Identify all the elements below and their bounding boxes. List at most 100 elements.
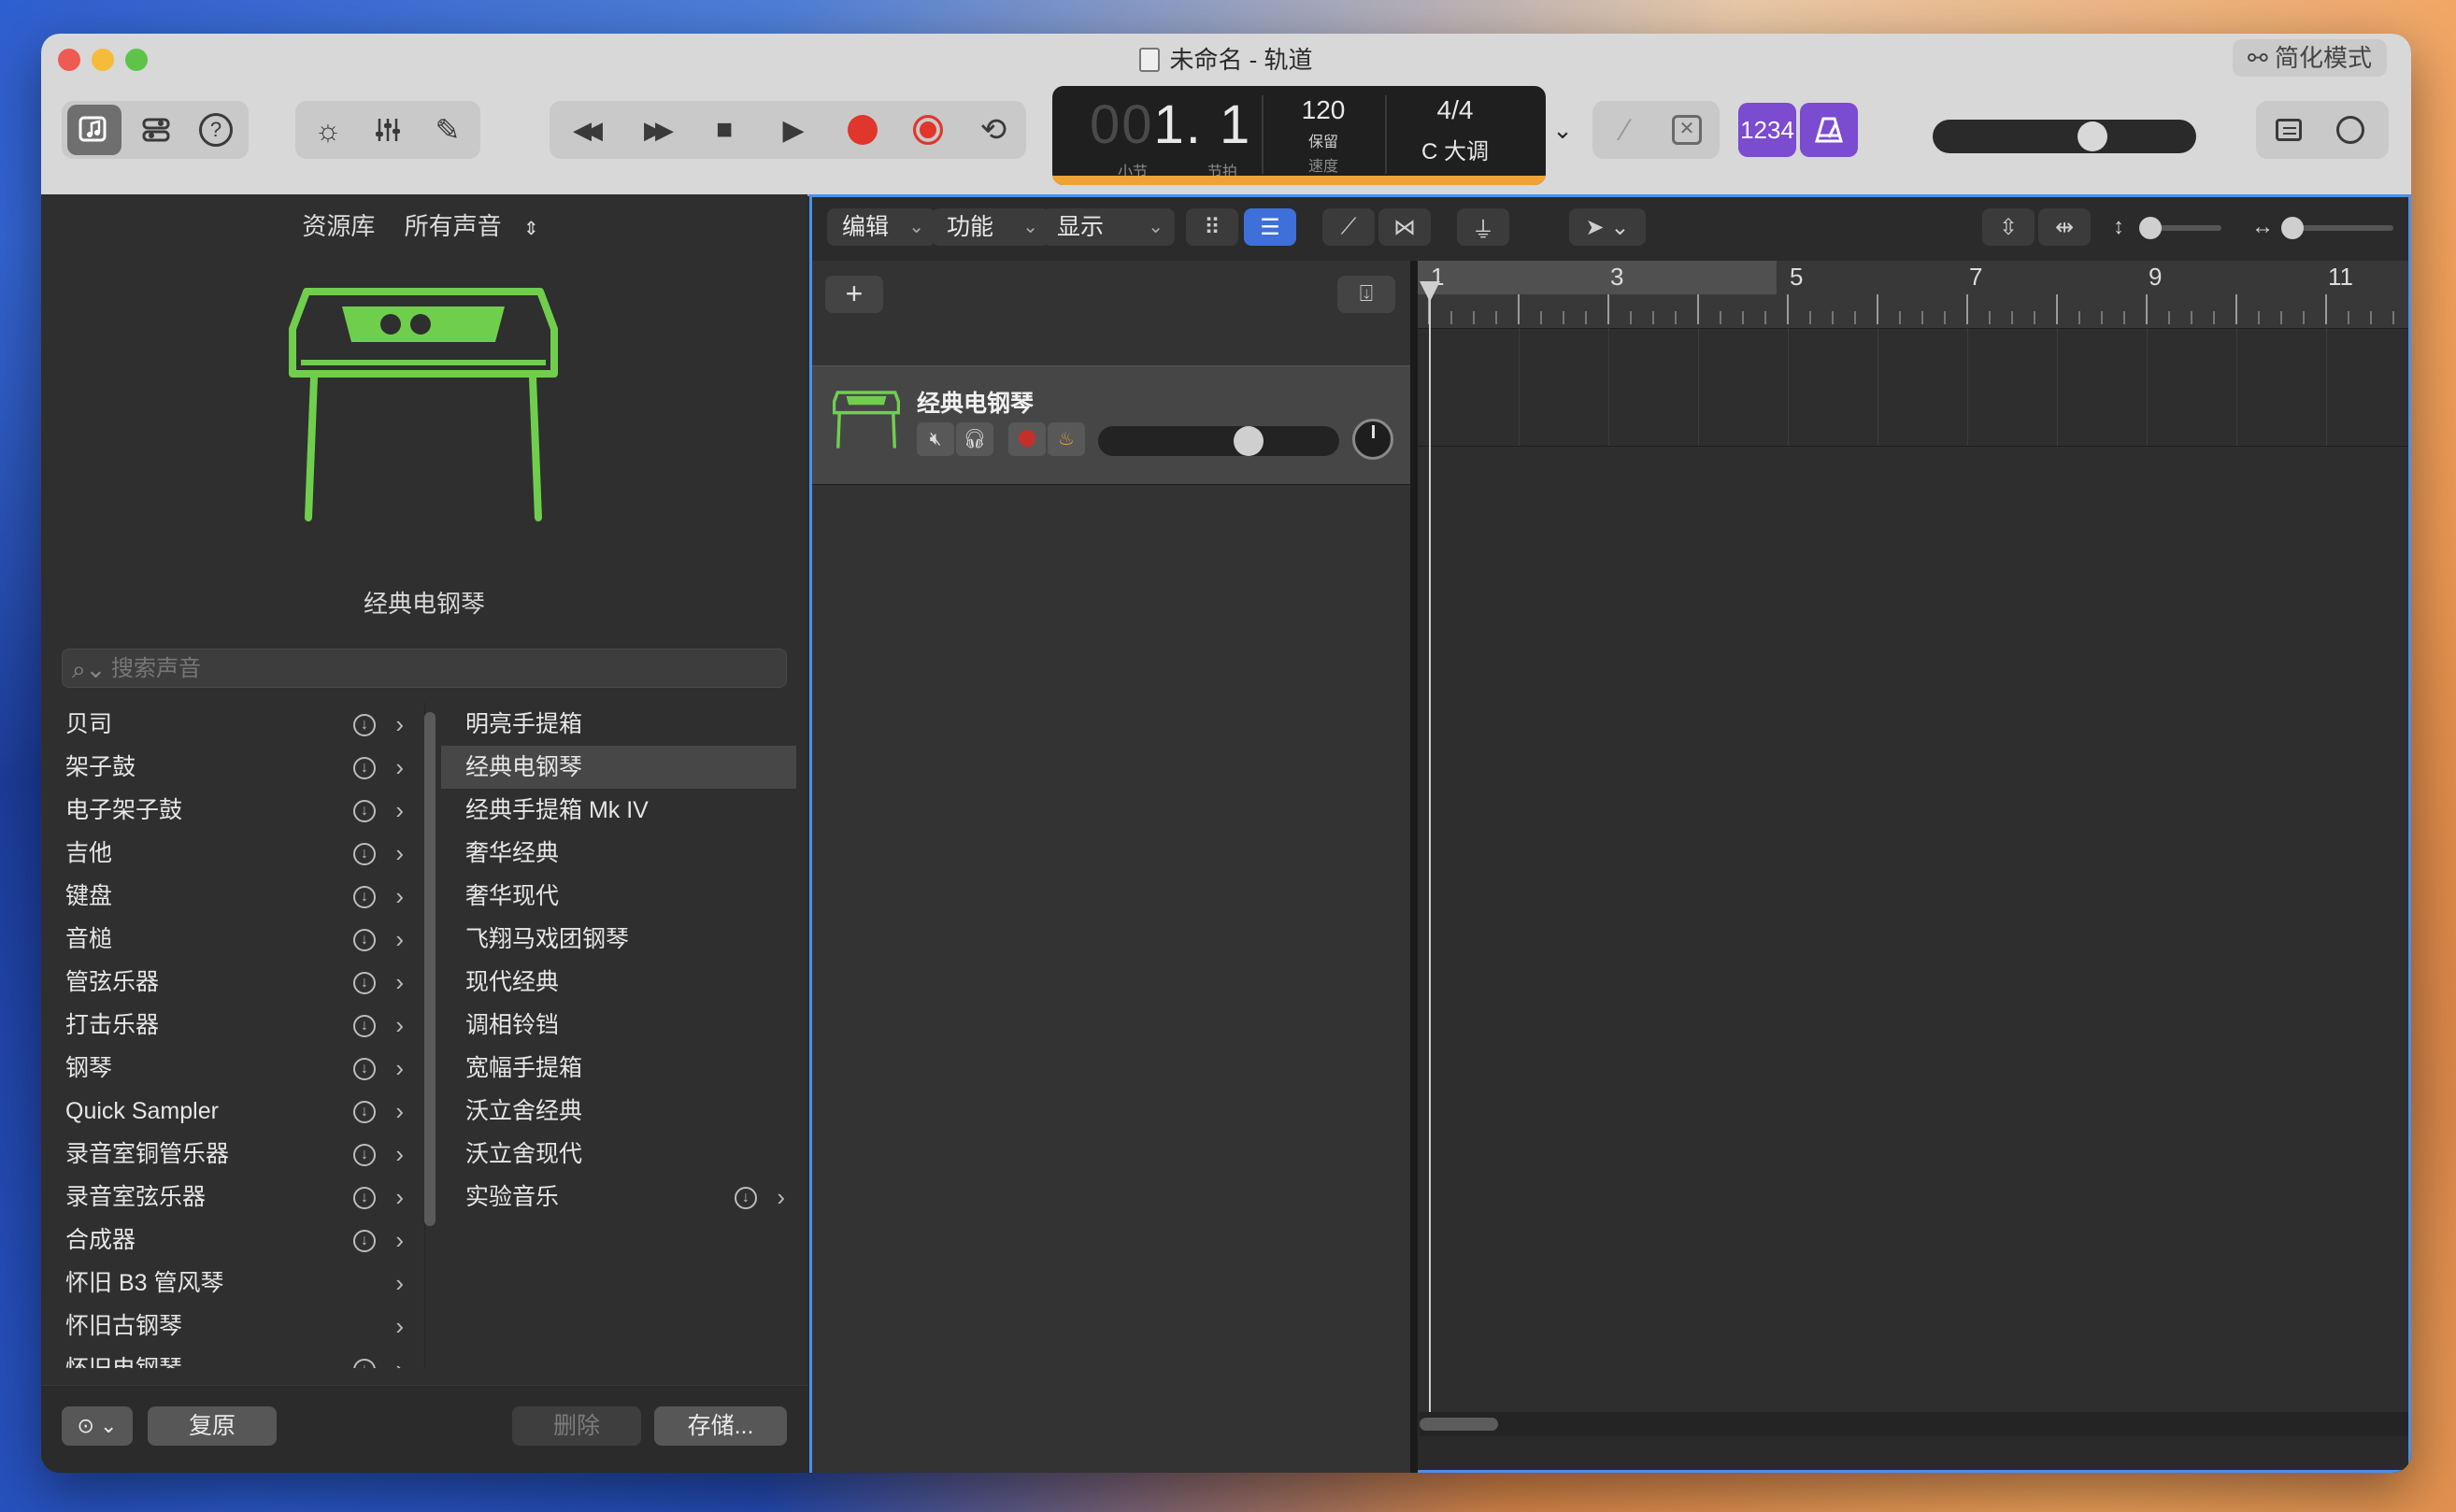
- loop-browser-button[interactable]: [2323, 105, 2377, 155]
- help-button[interactable]: ?: [189, 105, 243, 155]
- library-filter-popup[interactable]: 所有声音 ⇕: [397, 212, 547, 240]
- mixer-button[interactable]: [361, 105, 415, 155]
- download-icon[interactable]: ↓: [353, 1101, 376, 1123]
- download-icon[interactable]: ↓: [353, 1230, 376, 1252]
- category-item[interactable]: 怀旧电钢琴 ↓ ›: [41, 1348, 415, 1368]
- patch-item[interactable]: 宽幅手提箱: [441, 1047, 796, 1090]
- view-menu[interactable]: 显示 ⌄: [1042, 208, 1175, 246]
- download-icon[interactable]: ↓: [353, 972, 376, 994]
- tuner-button[interactable]: ⁄: [1598, 105, 1652, 155]
- vertical-zoom-slider[interactable]: [2139, 217, 2221, 239]
- patch-item[interactable]: 奢华经典: [441, 832, 796, 875]
- lcd-display[interactable]: 001. 1 小节 节拍 120 保留 速度 4/4 C 大调: [1052, 86, 1546, 185]
- library-button[interactable]: [67, 105, 121, 155]
- edit-menu[interactable]: 编辑 ⌄: [827, 208, 935, 246]
- tracks-view-button[interactable]: ☰: [1244, 208, 1296, 246]
- patch-item[interactable]: 现代经典: [441, 961, 796, 1004]
- list-editors-button[interactable]: [2262, 105, 2316, 155]
- track-lane[interactable]: [1418, 328, 2408, 447]
- category-item[interactable]: 吉他 ↓ ›: [41, 832, 415, 875]
- mute-button[interactable]: 🔇︎: [917, 422, 954, 456]
- save-button[interactable]: 存储...: [654, 1406, 787, 1446]
- download-icon[interactable]: ↓: [353, 1015, 376, 1037]
- lcd-key[interactable]: C 大调: [1394, 133, 1516, 165]
- record-button[interactable]: [835, 105, 890, 155]
- fast-forward-button[interactable]: ▶▶: [628, 105, 682, 155]
- delete-button[interactable]: 删除: [512, 1406, 641, 1446]
- category-list[interactable]: 贝司 ↓ › 架子鼓 ↓ › 电子架子鼓 ↓ › 吉他 ↓ › 键盘 ↓ › 音槌 ↓ › 管弦乐器 ↓ › 打击乐器 ↓ ›…: [41, 703, 415, 1368]
- category-item[interactable]: 钢琴 ↓ ›: [41, 1047, 415, 1090]
- lcd-tempo[interactable]: 120: [1271, 95, 1376, 125]
- play-button[interactable]: ▶: [766, 105, 821, 155]
- cycle-button[interactable]: ⟲: [966, 105, 1021, 155]
- category-item[interactable]: 音槌 ↓ ›: [41, 918, 415, 961]
- download-icon[interactable]: ↓: [353, 800, 376, 822]
- horizontal-zoom-slider[interactable]: [2281, 217, 2393, 239]
- category-item[interactable]: 怀旧古钢琴 ›: [41, 1305, 415, 1348]
- patch-item[interactable]: 沃立舍现代: [441, 1133, 796, 1176]
- category-item[interactable]: 录音室铜管乐器 ↓ ›: [41, 1133, 415, 1176]
- patch-item[interactable]: 飞翔马戏团钢琴: [441, 918, 796, 961]
- header-divider[interactable]: [1410, 261, 1418, 1473]
- download-track-button[interactable]: ⍗: [1337, 276, 1395, 313]
- vertical-zoom-knob[interactable]: [2139, 217, 2162, 239]
- cancel-button[interactable]: ✕: [1660, 105, 1714, 155]
- download-icon[interactable]: ↓: [353, 714, 376, 736]
- flex-button[interactable]: ⋈: [1378, 208, 1431, 246]
- simple-mode-button[interactable]: ⚯ 简化模式: [2232, 39, 2387, 77]
- smart-controls-button[interactable]: [129, 105, 183, 155]
- add-track-button[interactable]: +: [825, 276, 883, 313]
- category-item[interactable]: Quick Sampler ↓ ›: [41, 1090, 415, 1133]
- patch-item[interactable]: 奢华现代: [441, 875, 796, 918]
- grid-view-button[interactable]: ⠿: [1186, 208, 1238, 246]
- library-actions-button[interactable]: ⊙ ⌄: [62, 1406, 133, 1446]
- patch-list[interactable]: 明亮手提箱 经典电钢琴 经典手提箱 Mk IV 奢华经典 奢华现代 飞翔马戏团钢琴 现代经典…: [441, 703, 796, 1368]
- category-item[interactable]: 打击乐器 ↓ ›: [41, 1004, 415, 1047]
- download-icon[interactable]: ↓: [353, 1058, 376, 1080]
- download-icon[interactable]: ↓: [353, 1187, 376, 1209]
- category-item[interactable]: 键盘 ↓ ›: [41, 875, 415, 918]
- download-icon[interactable]: ↓: [735, 1187, 757, 1209]
- track-pan-knob[interactable]: [1352, 419, 1393, 460]
- category-item[interactable]: 怀旧 B3 管风琴 ›: [41, 1262, 415, 1305]
- snap-button[interactable]: ⏚: [1457, 208, 1509, 246]
- automation-button[interactable]: ⟋: [1322, 208, 1375, 246]
- category-item[interactable]: 电子架子鼓 ↓ ›: [41, 789, 415, 832]
- search-sounds-field[interactable]: ⌕⌄ 搜索声音: [62, 649, 787, 688]
- download-icon[interactable]: ↓: [353, 1359, 376, 1368]
- patch-item[interactable]: 沃立舍经典: [441, 1090, 796, 1133]
- bar-ruler[interactable]: 1 3 5 7 9 11: [1418, 261, 2408, 329]
- horizontal-zoom-knob[interactable]: [2281, 217, 2304, 239]
- download-icon[interactable]: ↓: [353, 757, 376, 779]
- functions-menu[interactable]: 功能 ⌄: [932, 208, 1050, 246]
- editors-button[interactable]: ✎: [421, 105, 475, 155]
- quick-help-button[interactable]: ☼: [301, 105, 355, 155]
- category-item[interactable]: 管弦乐器 ↓ ›: [41, 961, 415, 1004]
- horizontal-scroll-thumb[interactable]: [1420, 1418, 1498, 1431]
- track-volume-knob[interactable]: [1234, 426, 1264, 456]
- lcd-time-signature[interactable]: 4/4: [1394, 95, 1516, 125]
- track-name[interactable]: 经典电钢琴: [917, 385, 1034, 419]
- playhead-handle[interactable]: [1420, 281, 1440, 302]
- vertical-fit-button[interactable]: ⇳: [1982, 208, 2035, 246]
- metronome-button[interactable]: [1800, 103, 1858, 157]
- lcd-dropdown-button[interactable]: ⌄: [1546, 105, 1579, 155]
- replace-record-button[interactable]: [901, 105, 955, 155]
- master-volume-knob[interactable]: [2078, 121, 2107, 151]
- rewind-button[interactable]: ◀◀: [557, 105, 611, 155]
- category-item[interactable]: 录音室弦乐器 ↓ ›: [41, 1176, 415, 1219]
- download-icon[interactable]: ↓: [353, 843, 376, 865]
- category-scrollbar[interactable]: [424, 712, 436, 1226]
- category-item[interactable]: 架子鼓 ↓ ›: [41, 746, 415, 789]
- input-monitor-button[interactable]: ♨: [1048, 422, 1085, 456]
- patch-item[interactable]: 调相铃铛: [441, 1004, 796, 1047]
- master-volume-slider[interactable]: [1933, 120, 2196, 153]
- revert-button[interactable]: 复原: [148, 1406, 277, 1446]
- horizontal-scrollbar[interactable]: [1420, 1412, 2408, 1436]
- download-icon[interactable]: ↓: [353, 929, 376, 951]
- category-item[interactable]: 合成器 ↓ ›: [41, 1219, 415, 1262]
- horizontal-fit-button[interactable]: ⇹: [2038, 208, 2091, 246]
- solo-button[interactable]: 🎧︎: [956, 422, 993, 456]
- patch-item[interactable]: 实验音乐 ↓ ›: [441, 1176, 796, 1219]
- arrange-grid[interactable]: 1 3 5 7 9 11: [1418, 261, 2408, 1412]
